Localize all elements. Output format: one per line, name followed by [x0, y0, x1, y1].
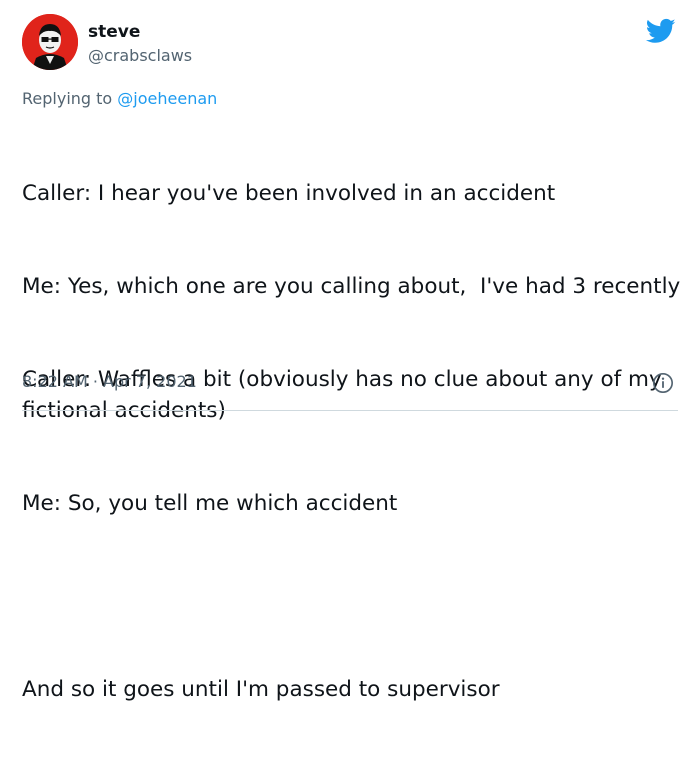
mention-link[interactable]: @joeheenan [117, 89, 217, 108]
user-handle[interactable]: @crabsclaws [88, 46, 192, 66]
tweet-line: And so it goes until I'm passed to super… [22, 677, 500, 702]
twitter-bird-icon[interactable] [644, 16, 678, 46]
tweet-line: Caller: I hear you've been involved in a… [22, 181, 556, 206]
avatar[interactable] [22, 14, 78, 70]
replying-to: Replying to @joeheenan [22, 88, 217, 110]
timestamp[interactable]: 8:22 AM · Apr 7, 2021 [22, 371, 197, 393]
display-name[interactable]: steve [88, 22, 140, 42]
tweet-text: Caller: I hear you've been involved in a… [22, 116, 682, 767]
tweet-line: Me: Yes, which one are you calling about… [22, 274, 681, 299]
info-icon[interactable] [652, 372, 674, 394]
replying-to-label: Replying to [22, 89, 118, 108]
avatar-portrait-icon [22, 14, 78, 70]
tweet-line: Me: So, you tell me which accident [22, 491, 398, 516]
divider [22, 410, 678, 411]
tweet-card: steve @crabsclaws Replying to @joeheenan… [0, 0, 700, 702]
